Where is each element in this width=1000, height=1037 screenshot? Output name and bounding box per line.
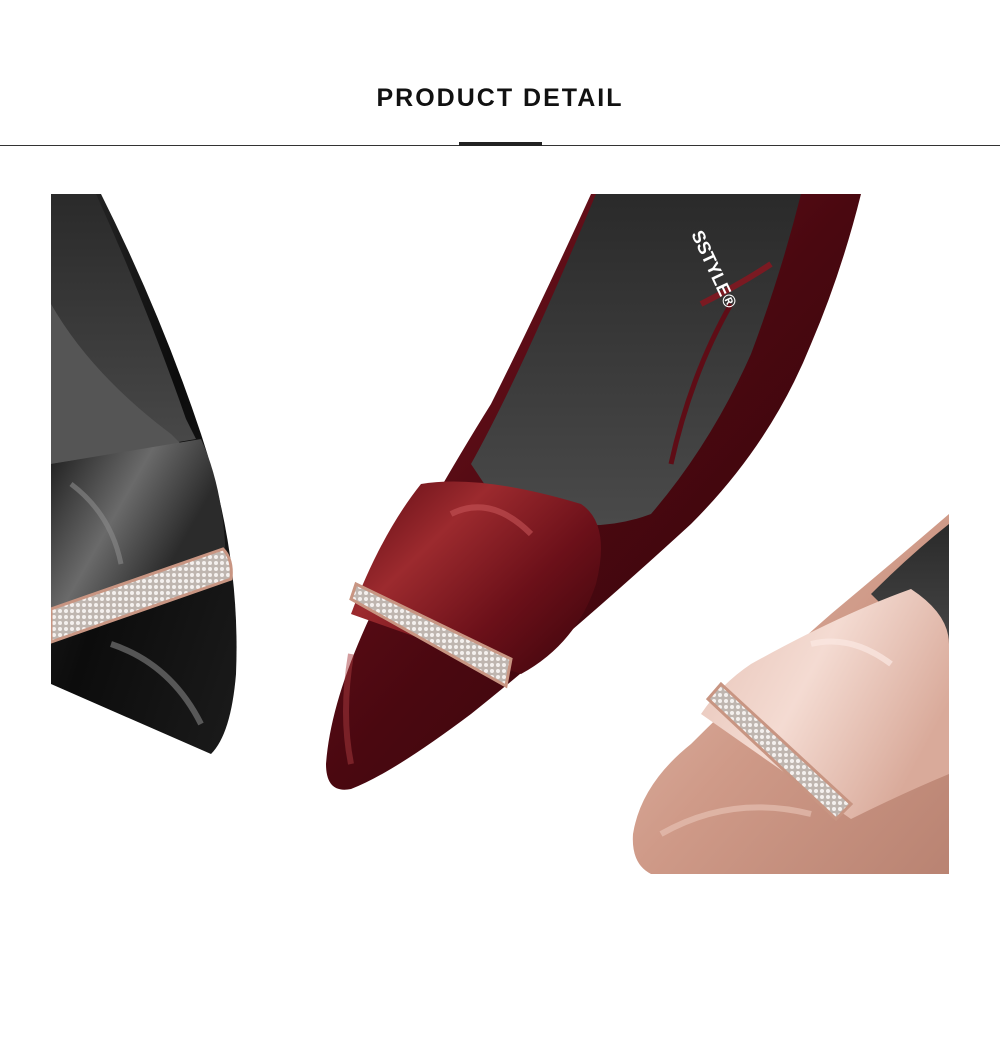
section-header: PRODUCT DETAIL [0, 0, 1000, 150]
black-shoe [51, 194, 237, 754]
header-divider-accent [459, 142, 542, 146]
nude-shoe [632, 514, 949, 874]
section-title: PRODUCT DETAIL [376, 84, 624, 112]
product-photo: SSTYLE® [51, 194, 949, 874]
